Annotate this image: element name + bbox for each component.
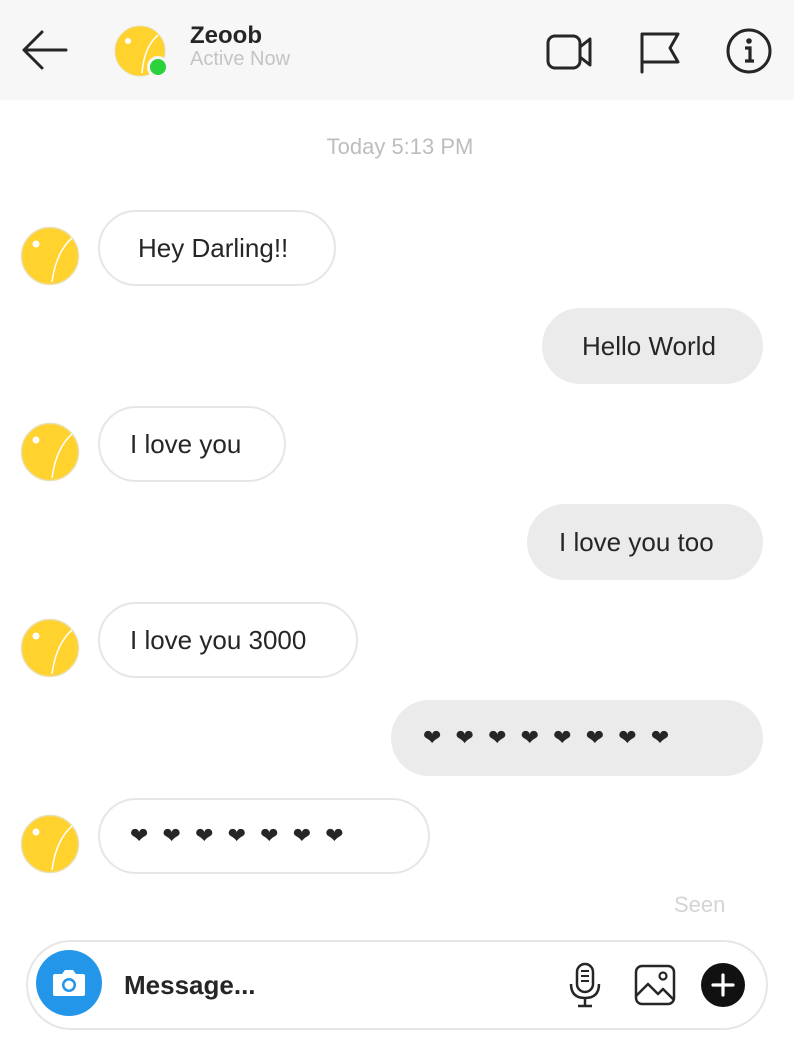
message-bubble-outgoing[interactable]: ❤ ❤ ❤ ❤ ❤ ❤ ❤ ❤ bbox=[391, 700, 763, 776]
add-content-button[interactable] bbox=[700, 962, 746, 1008]
message-bubble-outgoing[interactable]: Hello World bbox=[542, 308, 763, 384]
info-button[interactable] bbox=[724, 26, 774, 76]
info-icon bbox=[726, 28, 772, 74]
voice-message-button[interactable] bbox=[562, 962, 608, 1008]
contact-avatar[interactable] bbox=[20, 618, 80, 678]
contact-avatar[interactable] bbox=[20, 226, 80, 286]
plus-circle-icon bbox=[701, 963, 745, 1007]
message-composer bbox=[26, 940, 768, 1030]
video-call-button[interactable] bbox=[544, 26, 594, 76]
report-button[interactable] bbox=[636, 26, 686, 76]
message-bubble-incoming[interactable]: ❤ ❤ ❤ ❤ ❤ ❤ ❤ bbox=[98, 798, 430, 874]
image-gallery-icon bbox=[634, 964, 676, 1006]
back-button[interactable] bbox=[18, 28, 70, 72]
arrow-left-icon bbox=[22, 30, 68, 70]
gallery-button[interactable] bbox=[632, 962, 678, 1008]
conversation-timestamp: Today 5:13 PM bbox=[326, 134, 474, 159]
camera-button[interactable] bbox=[36, 950, 102, 1016]
contact-avatar[interactable] bbox=[20, 422, 80, 482]
video-camera-icon bbox=[546, 34, 592, 70]
contact-avatar[interactable] bbox=[20, 814, 80, 874]
seen-receipt: Seen bbox=[674, 892, 726, 917]
message-bubble-incoming[interactable]: I love you 3000 bbox=[98, 602, 358, 678]
contact-status: Active Now bbox=[190, 48, 291, 70]
message-bubble-incoming[interactable]: I love you bbox=[98, 406, 286, 482]
microphone-icon bbox=[569, 962, 601, 1008]
message-bubble-outgoing[interactable]: I love you too bbox=[527, 504, 763, 580]
online-indicator bbox=[147, 56, 169, 78]
message-input[interactable] bbox=[124, 960, 544, 1010]
chat-header: Zeoob Active Now bbox=[0, 0, 794, 100]
contact-name[interactable]: Zeoob bbox=[190, 22, 262, 50]
camera-icon bbox=[53, 970, 85, 996]
message-bubble-incoming[interactable]: Hey Darling!! bbox=[98, 210, 336, 286]
flag-icon bbox=[640, 32, 680, 74]
